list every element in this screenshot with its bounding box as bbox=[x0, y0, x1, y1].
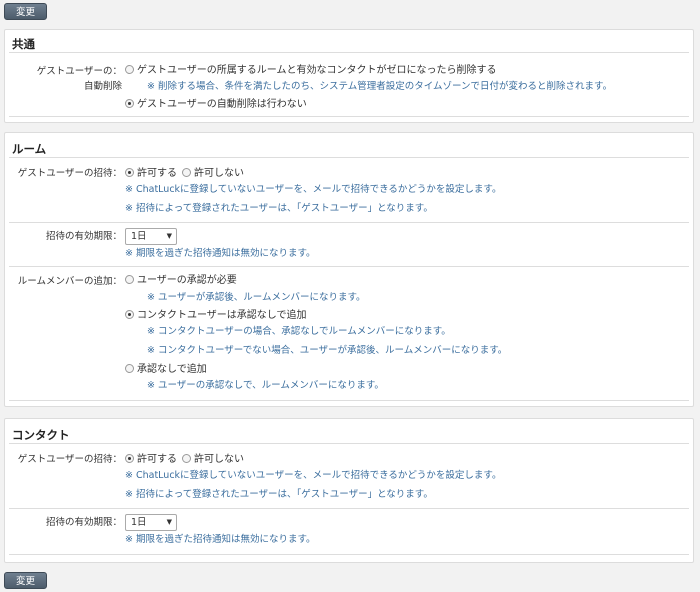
member-add-option-1[interactable]: ユーザーの承認が必要 bbox=[125, 274, 237, 288]
chevron-down-icon: ▼ bbox=[166, 232, 172, 240]
contact-expiry-note: ※ 期限を過ぎた招待通知は無効になります。 bbox=[125, 534, 316, 545]
contact-title: コンタクト bbox=[12, 428, 70, 442]
room-expiry-select[interactable]: 1日 ▼ bbox=[125, 228, 177, 245]
room-expiry-value: 1日 bbox=[131, 231, 147, 242]
divider bbox=[9, 52, 689, 53]
room-invite-note-1: ※ ChatLuckに登録していないユーザーを、メールで招待できるかどうかを設定… bbox=[125, 184, 502, 195]
guest-autodelete-label-line1: ゲストユーザーの： bbox=[36, 66, 122, 77]
member-add-option-1-note: ※ ユーザーが承認後、ルームメンバーになります。 bbox=[147, 292, 366, 303]
room-invite-label: ゲストユーザーの招待： bbox=[17, 168, 122, 179]
common-title: 共通 bbox=[12, 37, 35, 51]
guest-autodelete-label: ゲストユーザーの： 自動削除 bbox=[15, 64, 122, 94]
contact-invite-allow[interactable]: 許可する bbox=[125, 453, 177, 467]
room-panel: ルーム ゲストユーザーの招待： 許可する 許可しない ※ ChatLuckに登録し… bbox=[4, 132, 694, 407]
divider bbox=[9, 116, 689, 117]
change-button-bottom[interactable]: 変更 bbox=[4, 572, 47, 589]
room-invite-options: 許可する 許可しない bbox=[125, 167, 249, 181]
contact-invite-allow-label: 許可する bbox=[137, 454, 177, 465]
room-invite-note-2: ※ 招待によって登録されたユーザーは、「ゲストユーザー」となります。 bbox=[125, 203, 433, 214]
divider bbox=[9, 443, 689, 444]
radio-checked-icon[interactable] bbox=[125, 454, 134, 463]
divider bbox=[9, 157, 689, 158]
autodelete-option-1-label: ゲストユーザーの所属するルームと有効なコンタクトがゼロになったら削除する bbox=[137, 65, 497, 76]
radio-icon[interactable] bbox=[182, 454, 191, 463]
member-add-option-2[interactable]: コンタクトユーザーは承認なしで追加 bbox=[125, 309, 307, 323]
room-invite-deny[interactable]: 許可しない bbox=[182, 167, 244, 181]
autodelete-option-1-note: ※ 削除する場合、条件を満たしたのち、システム管理者設定のタイムゾーンで日付が変… bbox=[147, 81, 613, 92]
room-expiry-note: ※ 期限を過ぎた招待通知は無効になります。 bbox=[125, 248, 316, 259]
contact-invite-label: ゲストユーザーの招待： bbox=[17, 454, 122, 465]
divider bbox=[9, 266, 689, 267]
room-invite-deny-label: 許可しない bbox=[194, 168, 244, 179]
chevron-down-icon: ▼ bbox=[166, 518, 172, 526]
member-add-option-3-label: 承認なしで追加 bbox=[137, 364, 207, 375]
member-add-option-2-label: コンタクトユーザーは承認なしで追加 bbox=[137, 310, 307, 321]
contact-expiry-label: 招待の有効期限： bbox=[45, 517, 122, 528]
room-invite-allow[interactable]: 許可する bbox=[125, 167, 177, 181]
divider bbox=[9, 554, 689, 555]
member-add-label: ルームメンバーの追加： bbox=[17, 276, 122, 287]
member-add-option-3-note: ※ ユーザーの承認なしで、ルームメンバーになります。 bbox=[147, 380, 384, 391]
autodelete-option-2-label: ゲストユーザーの自動削除は行わない bbox=[137, 99, 307, 110]
radio-checked-icon[interactable] bbox=[125, 310, 134, 319]
radio-icon[interactable] bbox=[125, 65, 134, 74]
contact-invite-note-1: ※ ChatLuckに登録していないユーザーを、メールで招待できるかどうかを設定… bbox=[125, 470, 502, 481]
autodelete-option-2[interactable]: ゲストユーザーの自動削除は行わない bbox=[125, 98, 307, 112]
contact-invite-options: 許可する 許可しない bbox=[125, 453, 249, 467]
contact-expiry-value: 1日 bbox=[131, 517, 147, 528]
contact-invite-deny-label: 許可しない bbox=[194, 454, 244, 465]
radio-icon[interactable] bbox=[125, 364, 134, 373]
member-add-option-2-note-2: ※ コンタクトユーザーでない場合、ユーザーが承認後、ルームメンバーになります。 bbox=[147, 345, 508, 356]
member-add-option-1-label: ユーザーの承認が必要 bbox=[137, 275, 237, 286]
room-expiry-label: 招待の有効期限： bbox=[45, 231, 122, 242]
radio-icon[interactable] bbox=[182, 168, 191, 177]
radio-checked-icon[interactable] bbox=[125, 99, 134, 108]
divider bbox=[9, 400, 689, 401]
member-add-option-3[interactable]: 承認なしで追加 bbox=[125, 363, 207, 377]
common-panel: 共通 ゲストユーザーの： 自動削除 ゲストユーザーの所属するルームと有効なコンタ… bbox=[4, 29, 694, 123]
guest-autodelete-label-line2: 自動削除 bbox=[83, 81, 122, 92]
divider bbox=[9, 508, 689, 509]
change-button-top[interactable]: 変更 bbox=[4, 3, 47, 20]
contact-invite-note-2: ※ 招待によって登録されたユーザーは、「ゲストユーザー」となります。 bbox=[125, 489, 433, 500]
member-add-option-2-note-1: ※ コンタクトユーザーの場合、承認なしでルームメンバーになります。 bbox=[147, 326, 451, 337]
divider bbox=[9, 222, 689, 223]
contact-expiry-select[interactable]: 1日 ▼ bbox=[125, 514, 177, 531]
room-invite-allow-label: 許可する bbox=[137, 168, 177, 179]
contact-invite-deny[interactable]: 許可しない bbox=[182, 453, 244, 467]
radio-checked-icon[interactable] bbox=[125, 168, 134, 177]
radio-icon[interactable] bbox=[125, 275, 134, 284]
room-title: ルーム bbox=[12, 142, 47, 156]
contact-panel: コンタクト ゲストユーザーの招待： 許可する 許可しない ※ ChatLuckに登… bbox=[4, 418, 694, 563]
autodelete-option-1[interactable]: ゲストユーザーの所属するルームと有効なコンタクトがゼロになったら削除する bbox=[125, 64, 497, 78]
